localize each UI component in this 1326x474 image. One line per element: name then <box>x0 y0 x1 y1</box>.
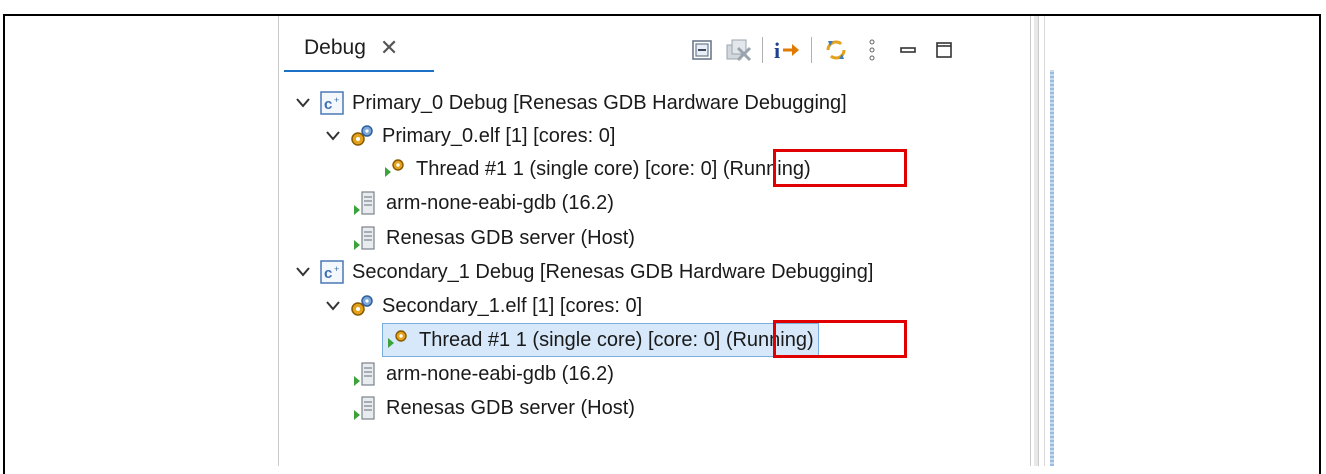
instruction-step-icon: i <box>774 38 799 63</box>
maximize-button[interactable] <box>926 32 962 68</box>
collapse-all-button[interactable] <box>684 32 720 68</box>
svg-text:+: + <box>334 95 339 105</box>
gdb-label: arm-none-eabi-gdb (16.2) <box>386 191 614 214</box>
gdb-label: arm-none-eabi-gdb (16.2) <box>386 362 614 385</box>
tree-item-thread[interactable]: Thread #1 1 (single core) [core: 0] (Run… <box>382 152 811 186</box>
thread-state: (Running) <box>722 157 811 180</box>
toolbar-separator <box>762 37 763 63</box>
running-thread-icon <box>382 155 410 183</box>
server-label: Renesas GDB server (Host) <box>386 226 635 249</box>
view-menu-button[interactable] <box>854 32 890 68</box>
synchronize-button[interactable] <box>818 32 854 68</box>
tree-item-process[interactable]: Secondary_1.elf [1] [cores: 0] <box>322 289 642 323</box>
thread-info: Thread #1 1 (single core) [core: 0] <box>416 157 718 180</box>
thread-label: Thread #1 1 (single core) [core: 0] (Run… <box>416 158 811 181</box>
sync-icon <box>826 40 846 60</box>
collapse-all-icon <box>692 40 712 60</box>
gears-icon <box>348 122 376 150</box>
scrollbar[interactable] <box>1050 70 1054 466</box>
chevron-down-icon[interactable] <box>322 125 344 147</box>
svg-text:c: c <box>324 265 332 282</box>
tree-item-gdb[interactable]: arm-none-eabi-gdb (16.2) <box>352 186 614 220</box>
view-toolbar: i <box>684 30 962 70</box>
tree-item-gdb[interactable]: arm-none-eabi-gdb (16.2) <box>352 357 614 391</box>
svg-text:+: + <box>334 264 339 274</box>
process-label: Secondary_1.elf [1] [cores: 0] <box>382 294 643 317</box>
debugger-process-icon <box>352 394 380 422</box>
thread-info: Thread #1 1 (single core) [core: 0] <box>419 328 721 351</box>
svg-text:i: i <box>774 38 780 63</box>
adjacent-view-edge <box>1044 16 1059 466</box>
chevron-down-icon[interactable] <box>292 261 314 283</box>
minimize-button[interactable] <box>890 32 926 68</box>
minimize-icon <box>900 47 916 53</box>
chevron-down-icon[interactable] <box>292 92 314 114</box>
c-launch-icon: c + <box>318 89 346 117</box>
debugger-process-icon <box>352 224 380 252</box>
debugger-process-icon <box>352 360 380 388</box>
instruction-stepping-button[interactable]: i <box>769 32 805 68</box>
debugger-process-icon <box>352 189 380 217</box>
running-thread-icon <box>385 326 413 354</box>
remove-all-terminated-button[interactable] <box>720 32 756 68</box>
tree-item-session[interactable]: c + Secondary_1 Debug [Renesas GDB Hardw… <box>292 255 873 289</box>
session-label: Secondary_1 Debug [Renesas GDB Hardware … <box>352 260 874 283</box>
tab-debug-label: Debug <box>304 36 366 59</box>
tree-item-session[interactable]: c + Primary_0 Debug [Renesas GDB Hardwar… <box>292 86 847 120</box>
view-border <box>1034 16 1039 466</box>
tree-item-server[interactable]: Renesas GDB server (Host) <box>352 221 635 255</box>
c-launch-icon: c + <box>318 258 346 286</box>
toolbar-separator <box>811 37 812 63</box>
thread-label: Thread #1 1 (single core) [core: 0] (Run… <box>419 329 814 352</box>
tree-item-server[interactable]: Renesas GDB server (Host) <box>352 391 635 425</box>
chevron-down-icon[interactable] <box>322 295 344 317</box>
maximize-icon <box>936 42 952 58</box>
tree-item-process[interactable]: Primary_0.elf [1] [cores: 0] <box>322 119 615 153</box>
tab-debug[interactable]: Debug ✕ <box>284 26 434 72</box>
tree-item-thread-selected[interactable]: Thread #1 1 (single core) [core: 0] (Run… <box>382 323 819 357</box>
session-label: Primary_0 Debug [Renesas GDB Hardware De… <box>352 91 847 114</box>
process-label: Primary_0.elf [1] [cores: 0] <box>382 124 616 147</box>
server-label: Renesas GDB server (Host) <box>386 396 635 419</box>
close-icon[interactable]: ✕ <box>380 35 398 61</box>
gears-icon <box>348 292 376 320</box>
more-vertical-icon <box>869 39 875 61</box>
thread-state: (Running) <box>725 328 814 351</box>
svg-text:c: c <box>324 96 332 113</box>
remove-all-terminated-icon <box>726 39 752 62</box>
